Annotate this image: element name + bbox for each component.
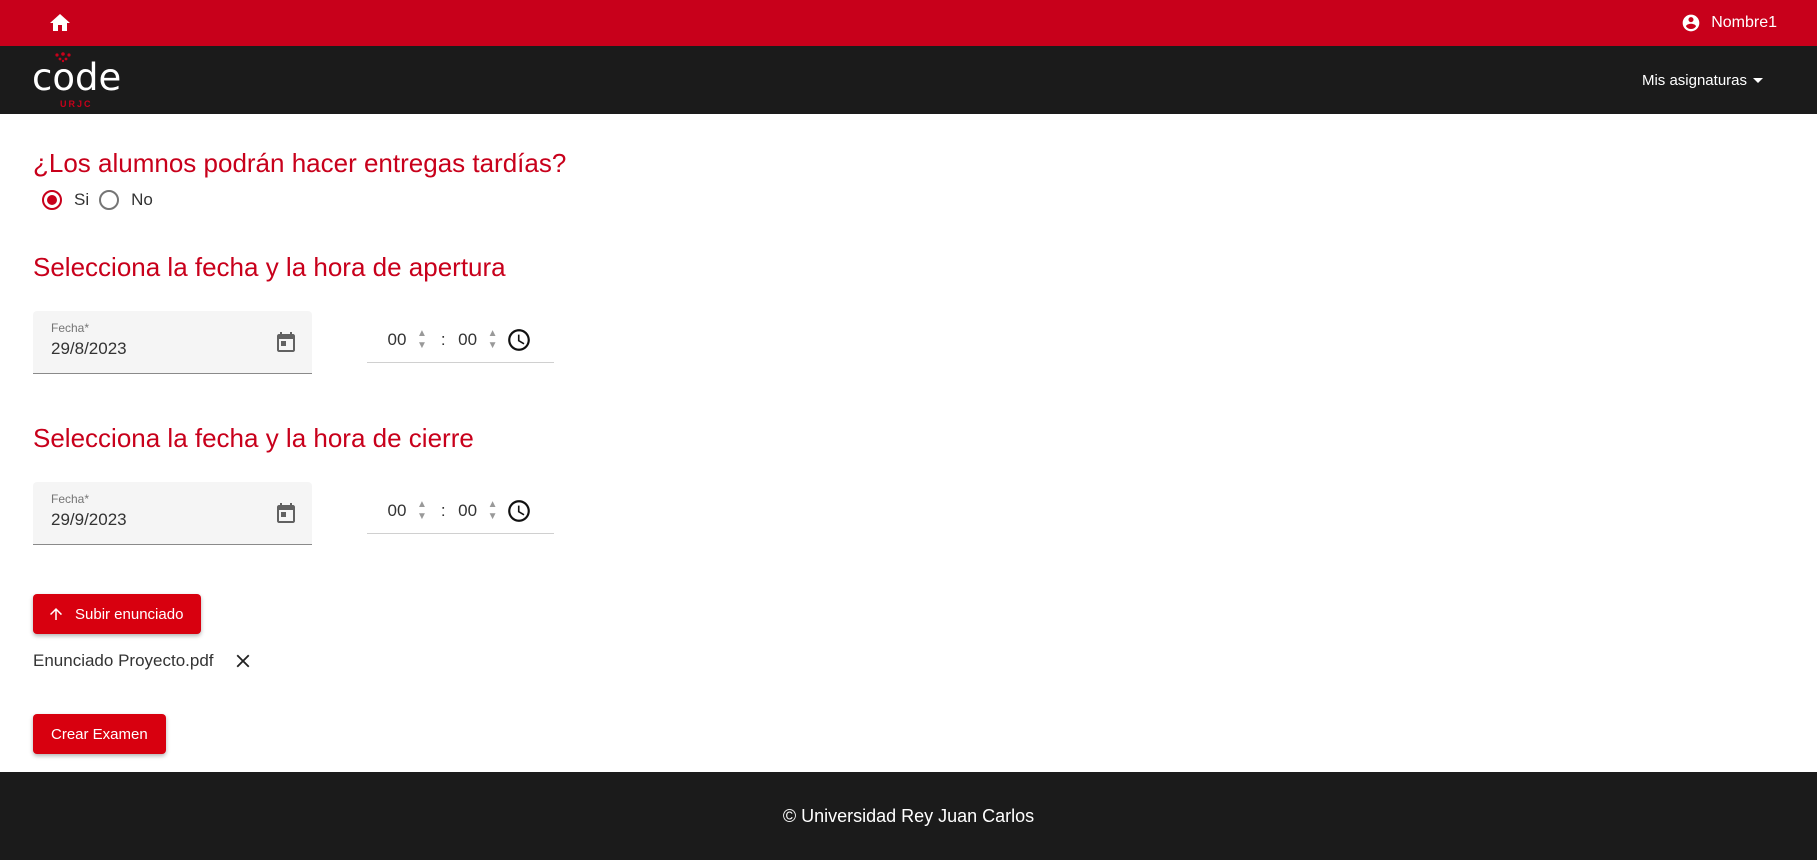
closing-date-field[interactable]: Fecha* 29/9/2023 — [33, 482, 312, 545]
opening-date-value: 29/8/2023 — [51, 339, 127, 358]
opening-date-label: Fecha* — [51, 321, 90, 335]
logo-subtext: URJC — [60, 99, 93, 109]
closing-time-field: 00 ▲ ▼ : 00 ▲ ▼ — [367, 488, 554, 534]
closing-minute-input[interactable]: 00 — [454, 501, 482, 521]
nav-bar: code URJC Mis asignaturas — [0, 46, 1817, 114]
arrow-upward-icon — [50, 608, 62, 620]
calendar-icon[interactable] — [274, 330, 298, 354]
uploaded-file: Enunciado Proyecto.pdf — [33, 650, 254, 672]
opening-minute-input[interactable]: 00 — [454, 330, 482, 350]
clock-icon[interactable] — [506, 498, 532, 524]
close-icon — [236, 654, 249, 668]
home-icon — [50, 14, 70, 31]
opening-time-field: 00 ▲ ▼ : 00 ▲ ▼ — [367, 317, 554, 363]
closing-hour-input[interactable]: 00 — [383, 501, 411, 521]
clock-icon[interactable] — [506, 327, 532, 353]
closing-hour-spinner[interactable]: ▲ ▼ — [417, 499, 427, 523]
closing-date-value: 29/9/2023 — [51, 510, 127, 529]
late-submissions-question: ¿Los alumnos podrán hacer entregas tardí… — [33, 148, 567, 178]
logo-text: code — [32, 56, 122, 99]
time-separator: : — [440, 500, 446, 520]
opening-hour-spinner[interactable]: ▲ ▼ — [417, 328, 427, 352]
user-menu[interactable]: Nombre1 — [1681, 13, 1777, 33]
opening-date-field[interactable]: Fecha* 29/8/2023 — [33, 311, 312, 374]
account-circle-icon — [1682, 14, 1700, 32]
radio-no[interactable] — [99, 190, 120, 210]
closing-minute-spinner[interactable]: ▲ ▼ — [488, 499, 498, 523]
late-submissions-radio-group: Si No — [42, 190, 163, 210]
user-name: Nombre1 — [1711, 14, 1777, 31]
closing-date-label: Fecha* — [51, 492, 90, 506]
uploaded-file-name: Enunciado Proyecto.pdf — [33, 651, 214, 670]
radio-si-label: Si — [74, 190, 90, 209]
subjects-dropdown-label: Mis asignaturas — [1641, 71, 1747, 89]
closing-heading: Selecciona la fecha y la hora de cierre — [33, 423, 474, 453]
upload-statement-label: Subir enunciado — [75, 605, 184, 623]
opening-hour-input[interactable]: 00 — [383, 330, 411, 350]
opening-heading: Selecciona la fecha y la hora de apertur… — [33, 252, 506, 282]
time-separator: : — [440, 329, 446, 349]
subjects-dropdown[interactable]: Mis asignaturas — [1642, 72, 1763, 89]
remove-file-button[interactable] — [232, 650, 254, 672]
upload-statement-button[interactable]: Subir enunciado — [33, 594, 202, 634]
footer-text: © Universidad Rey Juan Carlos — [782, 805, 1035, 826]
radio-no-label: No — [131, 190, 153, 209]
top-bar: Nombre1 — [0, 0, 1817, 46]
home-button[interactable] — [46, 9, 74, 37]
calendar-icon[interactable] — [274, 501, 298, 525]
radio-si[interactable] — [42, 190, 62, 210]
logo[interactable]: code URJC — [32, 52, 122, 109]
create-exam-button[interactable]: Crear Examen — [33, 714, 166, 754]
footer: © Universidad Rey Juan Carlos — [0, 772, 1817, 860]
caret-down-icon — [1753, 77, 1763, 83]
opening-minute-spinner[interactable]: ▲ ▼ — [488, 328, 498, 352]
